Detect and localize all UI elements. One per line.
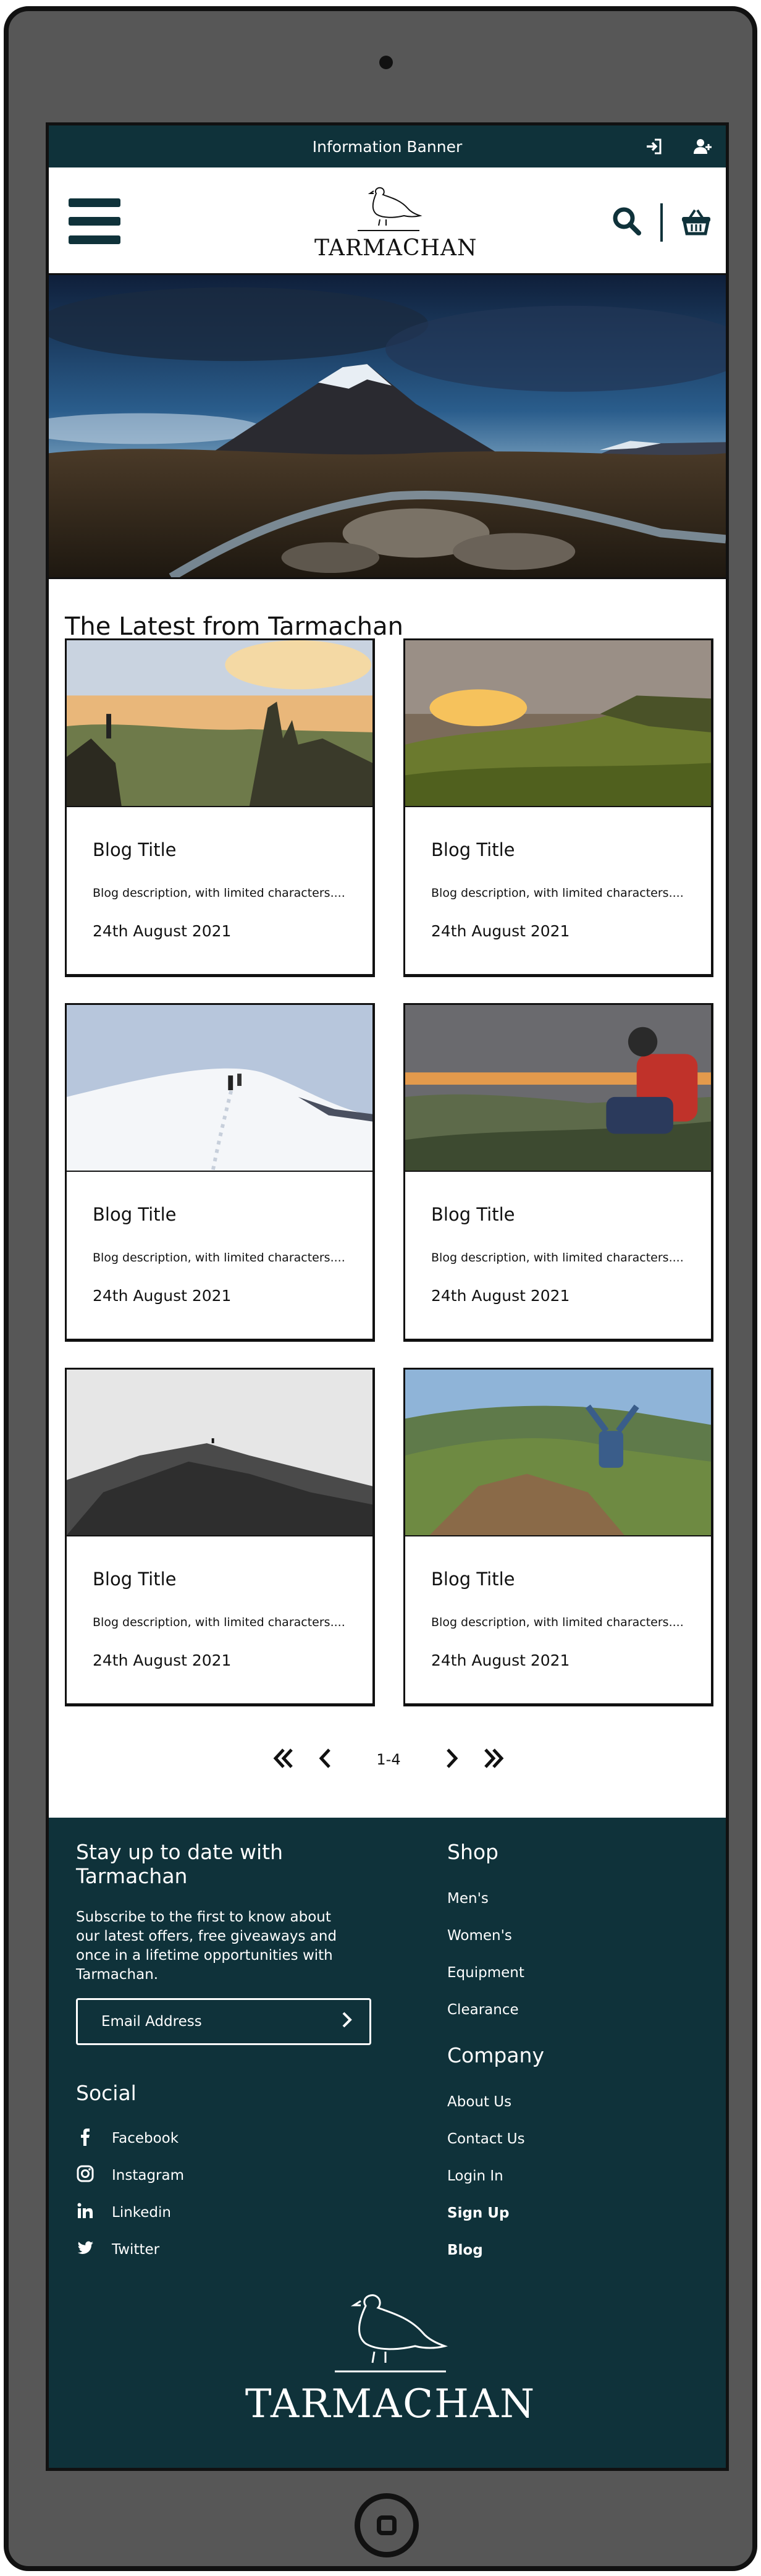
blog-card-description: Blog description, with limited character… (431, 1616, 684, 1629)
footer-link-mens[interactable]: Men's (447, 1880, 694, 1917)
header-divider (660, 203, 663, 242)
site-footer: Stay up to date with Tarmachan Subscribe… (49, 1818, 726, 2468)
home-button[interactable] (355, 2493, 419, 2557)
last-page-icon[interactable] (480, 1745, 507, 1774)
social-label: Twitter (112, 2242, 160, 2258)
ptarmigan-logo-icon (335, 2294, 448, 2373)
social-title: Social (76, 2081, 137, 2105)
shop-title: Shop (447, 1840, 498, 1864)
blog-card-title: Blog Title (431, 1204, 515, 1225)
blog-thumbnail (405, 640, 711, 807)
blog-card-date: 24th August 2021 (93, 1651, 232, 1669)
footer-logo[interactable]: TARMACHAN (49, 2281, 726, 2427)
social-link-instagram[interactable]: Instagram (76, 2157, 397, 2194)
social-link-twitter[interactable]: Twitter (76, 2231, 397, 2268)
footer-link-clearance[interactable]: Clearance (447, 1991, 694, 2028)
blog-card-date: 24th August 2021 (93, 922, 232, 940)
blog-card-description: Blog description, with limited character… (93, 886, 345, 900)
site-header: TARMACHAN (49, 167, 726, 275)
pagination: 1-4 (49, 1745, 726, 1774)
footer-link-login[interactable]: Login In (447, 2158, 694, 2195)
footer-link-equipment[interactable]: Equipment (447, 1954, 694, 1991)
blog-card-description: Blog description, with limited character… (431, 886, 684, 900)
site-logo[interactable]: TARMACHAN (314, 181, 477, 261)
footer-link-sign-up[interactable]: Sign Up (447, 2195, 694, 2232)
blog-card-description: Blog description, with limited character… (93, 1251, 345, 1265)
blog-thumbnail (405, 1370, 711, 1536)
twitter-icon (76, 2239, 112, 2261)
blog-thumbnail (67, 640, 372, 807)
footer-link-womens[interactable]: Women's (447, 1917, 694, 1954)
blog-card[interactable]: Blog Title Blog description, with limite… (65, 1368, 375, 1706)
newsletter-text: Subscribe to the first to know about our… (76, 1909, 337, 1983)
blog-card-date: 24th August 2021 (431, 1287, 570, 1305)
social-link-facebook[interactable]: Facebook (76, 2120, 397, 2157)
footer-logo-wordmark: TARMACHAN (245, 2381, 536, 2427)
logo-wordmark: TARMACHAN (314, 235, 477, 261)
blog-card[interactable]: Blog Title Blog description, with limite… (403, 1003, 713, 1342)
newsletter-title: Stay up to date with Tarmachan (76, 1840, 284, 1888)
footer-link-about-us[interactable]: About Us (447, 2083, 694, 2121)
blog-thumbnail (67, 1370, 372, 1536)
social-label: Facebook (112, 2130, 179, 2146)
menu-icon[interactable] (69, 198, 120, 244)
company-title: Company (447, 2043, 544, 2067)
blog-card[interactable]: Blog Title Blog description, with limite… (403, 1368, 713, 1706)
blog-thumbnail (405, 1005, 711, 1172)
email-placeholder: Email Address (101, 2014, 202, 2030)
information-banner: Information Banner (49, 125, 726, 167)
blog-card[interactable]: Blog Title Blog description, with limite… (65, 638, 375, 977)
camera-dot (379, 56, 393, 69)
footer-link-contact-us[interactable]: Contact Us (447, 2121, 694, 2158)
tablet-frame: Information Banner TARMACHAN The Latest … (4, 6, 757, 2571)
email-field[interactable]: Email Address (76, 1998, 371, 2045)
basket-icon[interactable] (680, 205, 712, 240)
blog-card-title: Blog Title (431, 1569, 515, 1590)
blog-card[interactable]: Blog Title Blog description, with limite… (65, 1003, 375, 1342)
company-links: About Us Contact Us Login In Sign Up Blo… (447, 2083, 694, 2269)
blog-card-description: Blog description, with limited character… (431, 1251, 684, 1265)
screen: Information Banner TARMACHAN The Latest … (46, 122, 729, 2471)
banner-text: Information Banner (312, 137, 463, 156)
blog-card-title: Blog Title (431, 839, 515, 860)
add-user-icon[interactable] (692, 137, 712, 160)
submit-arrow-icon[interactable] (337, 2010, 356, 2033)
blog-card-date: 24th August 2021 (93, 1287, 232, 1305)
facebook-icon (76, 2127, 112, 2150)
first-page-icon[interactable] (270, 1745, 297, 1774)
blog-card-title: Blog Title (93, 839, 177, 860)
social-link-linkedin[interactable]: Linkedin (76, 2194, 397, 2231)
page-range: 1-4 (376, 1751, 401, 1768)
next-page-icon[interactable] (438, 1745, 465, 1774)
search-icon[interactable] (611, 205, 643, 240)
previous-page-icon[interactable] (312, 1745, 339, 1774)
ptarmigan-logo-icon (358, 187, 423, 231)
social-label: Instagram (112, 2167, 185, 2184)
footer-link-blog[interactable]: Blog (447, 2232, 694, 2269)
linkedin-icon (76, 2201, 112, 2224)
blog-card[interactable]: Blog Title Blog description, with limite… (403, 638, 713, 977)
social-label: Linkedin (112, 2205, 171, 2221)
shop-links: Men's Women's Equipment Clearance (447, 1880, 694, 2028)
blog-card-date: 24th August 2021 (431, 1651, 570, 1669)
blog-card-title: Blog Title (93, 1569, 177, 1590)
blog-thumbnail (67, 1005, 372, 1172)
instagram-icon (76, 2164, 112, 2187)
blog-card-title: Blog Title (93, 1204, 177, 1225)
blog-card-date: 24th August 2021 (431, 922, 570, 940)
login-icon[interactable] (644, 137, 664, 160)
blog-card-description: Blog description, with limited character… (93, 1616, 345, 1629)
hero-image (49, 275, 726, 579)
